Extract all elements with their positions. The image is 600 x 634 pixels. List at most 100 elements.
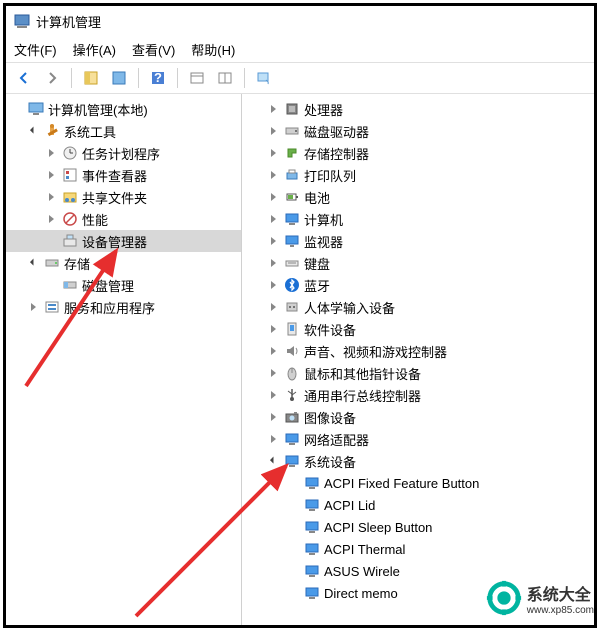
- expander-icon[interactable]: [266, 256, 280, 270]
- expander-icon[interactable]: [266, 366, 280, 380]
- device-category-processors[interactable]: 处理器: [242, 98, 594, 120]
- tree-disk-management[interactable]: 磁盘管理: [6, 274, 241, 296]
- tree-system-tools[interactable]: 系统工具: [6, 120, 241, 142]
- help-button[interactable]: ?: [146, 66, 170, 90]
- device-category-system_devices[interactable]: 系统设备: [242, 450, 594, 472]
- expander-icon[interactable]: [266, 344, 280, 358]
- device-category-disk_drives[interactable]: 磁盘驱动器: [242, 120, 594, 142]
- device-item-acpi_thermal[interactable]: ACPI Thermal: [242, 538, 594, 560]
- device-category-imaging[interactable]: 图像设备: [242, 406, 594, 428]
- expander-icon[interactable]: [266, 322, 280, 336]
- menu-view[interactable]: 查看(V): [132, 40, 175, 59]
- expander-icon[interactable]: [266, 234, 280, 248]
- tree-label: ACPI Thermal: [324, 542, 405, 557]
- expander-icon[interactable]: [266, 410, 280, 424]
- device-category-hid[interactable]: 人体学输入设备: [242, 296, 594, 318]
- device-category-batteries[interactable]: 电池: [242, 186, 594, 208]
- forward-button[interactable]: [40, 66, 64, 90]
- device-category-computer[interactable]: 计算机: [242, 208, 594, 230]
- device-category-print_queues[interactable]: 打印队列: [242, 164, 594, 186]
- menu-action[interactable]: 操作(A): [73, 40, 116, 59]
- expander-icon[interactable]: [266, 278, 280, 292]
- keyboards-icon: [284, 255, 300, 271]
- expander-icon[interactable]: [266, 300, 280, 314]
- toolbar-separator: [138, 68, 139, 88]
- expander-icon[interactable]: [44, 190, 58, 204]
- tree-device-manager[interactable]: 设备管理器: [6, 230, 241, 252]
- left-tree-panel: 计算机管理(本地) 系统工具 任务计划程序 事件查看器 共享文件夹: [6, 94, 242, 625]
- performance-icon: [62, 211, 78, 227]
- toolbar-separator: [244, 68, 245, 88]
- device-item-acpi_lid[interactable]: ACPI Lid: [242, 494, 594, 516]
- tree-shared-folders[interactable]: 共享文件夹: [6, 186, 241, 208]
- device-category-software_devices[interactable]: 软件设备: [242, 318, 594, 340]
- watermark-logo-icon: [485, 579, 523, 617]
- watermark-brand: 系统大全: [527, 581, 594, 605]
- show-hide-button[interactable]: [79, 66, 103, 90]
- tree-label: 通用串行总线控制器: [304, 386, 421, 405]
- device-category-usb[interactable]: 通用串行总线控制器: [242, 384, 594, 406]
- app-icon: [14, 13, 30, 29]
- disk-management-icon: [62, 277, 78, 293]
- tree-label: 服务和应用程序: [64, 298, 155, 317]
- expander-icon[interactable]: [266, 432, 280, 446]
- tree-task-scheduler[interactable]: 任务计划程序: [6, 142, 241, 164]
- menu-file[interactable]: 文件(F): [14, 40, 57, 59]
- expander-icon[interactable]: [44, 146, 58, 160]
- tree-label: 图像设备: [304, 408, 356, 427]
- processors-icon: [284, 101, 300, 117]
- expander-icon[interactable]: [266, 124, 280, 138]
- menubar: 文件(F) 操作(A) 查看(V) 帮助(H): [6, 36, 594, 62]
- sound-icon: [284, 343, 300, 359]
- expander-icon[interactable]: [26, 300, 40, 314]
- expander-icon[interactable]: [266, 454, 280, 468]
- menu-help[interactable]: 帮助(H): [191, 40, 235, 59]
- expander-icon[interactable]: [266, 146, 280, 160]
- expander-icon[interactable]: [266, 388, 280, 402]
- monitors-icon: [284, 233, 300, 249]
- view-button-1[interactable]: [185, 66, 209, 90]
- tree-label: 声音、视频和游戏控制器: [304, 342, 447, 361]
- device-item-acpi_sleep[interactable]: ACPI Sleep Button: [242, 516, 594, 538]
- expander-icon[interactable]: [266, 190, 280, 204]
- tree-label: 事件查看器: [82, 166, 147, 185]
- tree-label: ACPI Fixed Feature Button: [324, 476, 479, 491]
- services-apps-icon: [44, 299, 60, 315]
- device-item-acpi_fixed[interactable]: ACPI Fixed Feature Button: [242, 472, 594, 494]
- storage_controllers-icon: [284, 145, 300, 161]
- tree-label: 电池: [304, 188, 330, 207]
- expander-icon[interactable]: [44, 212, 58, 226]
- device-icon: [304, 475, 320, 491]
- window-title: 计算机管理: [36, 12, 101, 31]
- view-button-2[interactable]: [213, 66, 237, 90]
- tree-label: Direct memo: [324, 586, 398, 601]
- tree-storage[interactable]: 存储: [6, 252, 241, 274]
- expander-icon[interactable]: [266, 212, 280, 226]
- device-category-sound[interactable]: 声音、视频和游戏控制器: [242, 340, 594, 362]
- tree-performance[interactable]: 性能: [6, 208, 241, 230]
- tree-label: 设备管理器: [82, 232, 147, 251]
- expander-icon[interactable]: [44, 168, 58, 182]
- toolbar: ?: [6, 62, 594, 94]
- tree-event-viewer[interactable]: 事件查看器: [6, 164, 241, 186]
- refresh-button[interactable]: [252, 66, 276, 90]
- device-category-mice[interactable]: 鼠标和其他指针设备: [242, 362, 594, 384]
- expander-icon[interactable]: [266, 102, 280, 116]
- expander-icon[interactable]: [266, 168, 280, 182]
- toolbar-separator: [71, 68, 72, 88]
- device-category-monitors[interactable]: 监视器: [242, 230, 594, 252]
- tree-label: 任务计划程序: [82, 144, 160, 163]
- properties-button[interactable]: [107, 66, 131, 90]
- tree-label: 系统设备: [304, 452, 356, 471]
- titlebar: 计算机管理: [6, 6, 594, 36]
- back-button[interactable]: [12, 66, 36, 90]
- tree-root-computer-management[interactable]: 计算机管理(本地): [6, 98, 241, 120]
- device-category-keyboards[interactable]: 键盘: [242, 252, 594, 274]
- tree-label: ACPI Sleep Button: [324, 520, 432, 535]
- expander-icon[interactable]: [26, 256, 40, 270]
- device-category-network[interactable]: 网络适配器: [242, 428, 594, 450]
- device-category-storage_controllers[interactable]: 存储控制器: [242, 142, 594, 164]
- expander-icon[interactable]: [26, 124, 40, 138]
- tree-services-apps[interactable]: 服务和应用程序: [6, 296, 241, 318]
- device-category-bluetooth[interactable]: 蓝牙: [242, 274, 594, 296]
